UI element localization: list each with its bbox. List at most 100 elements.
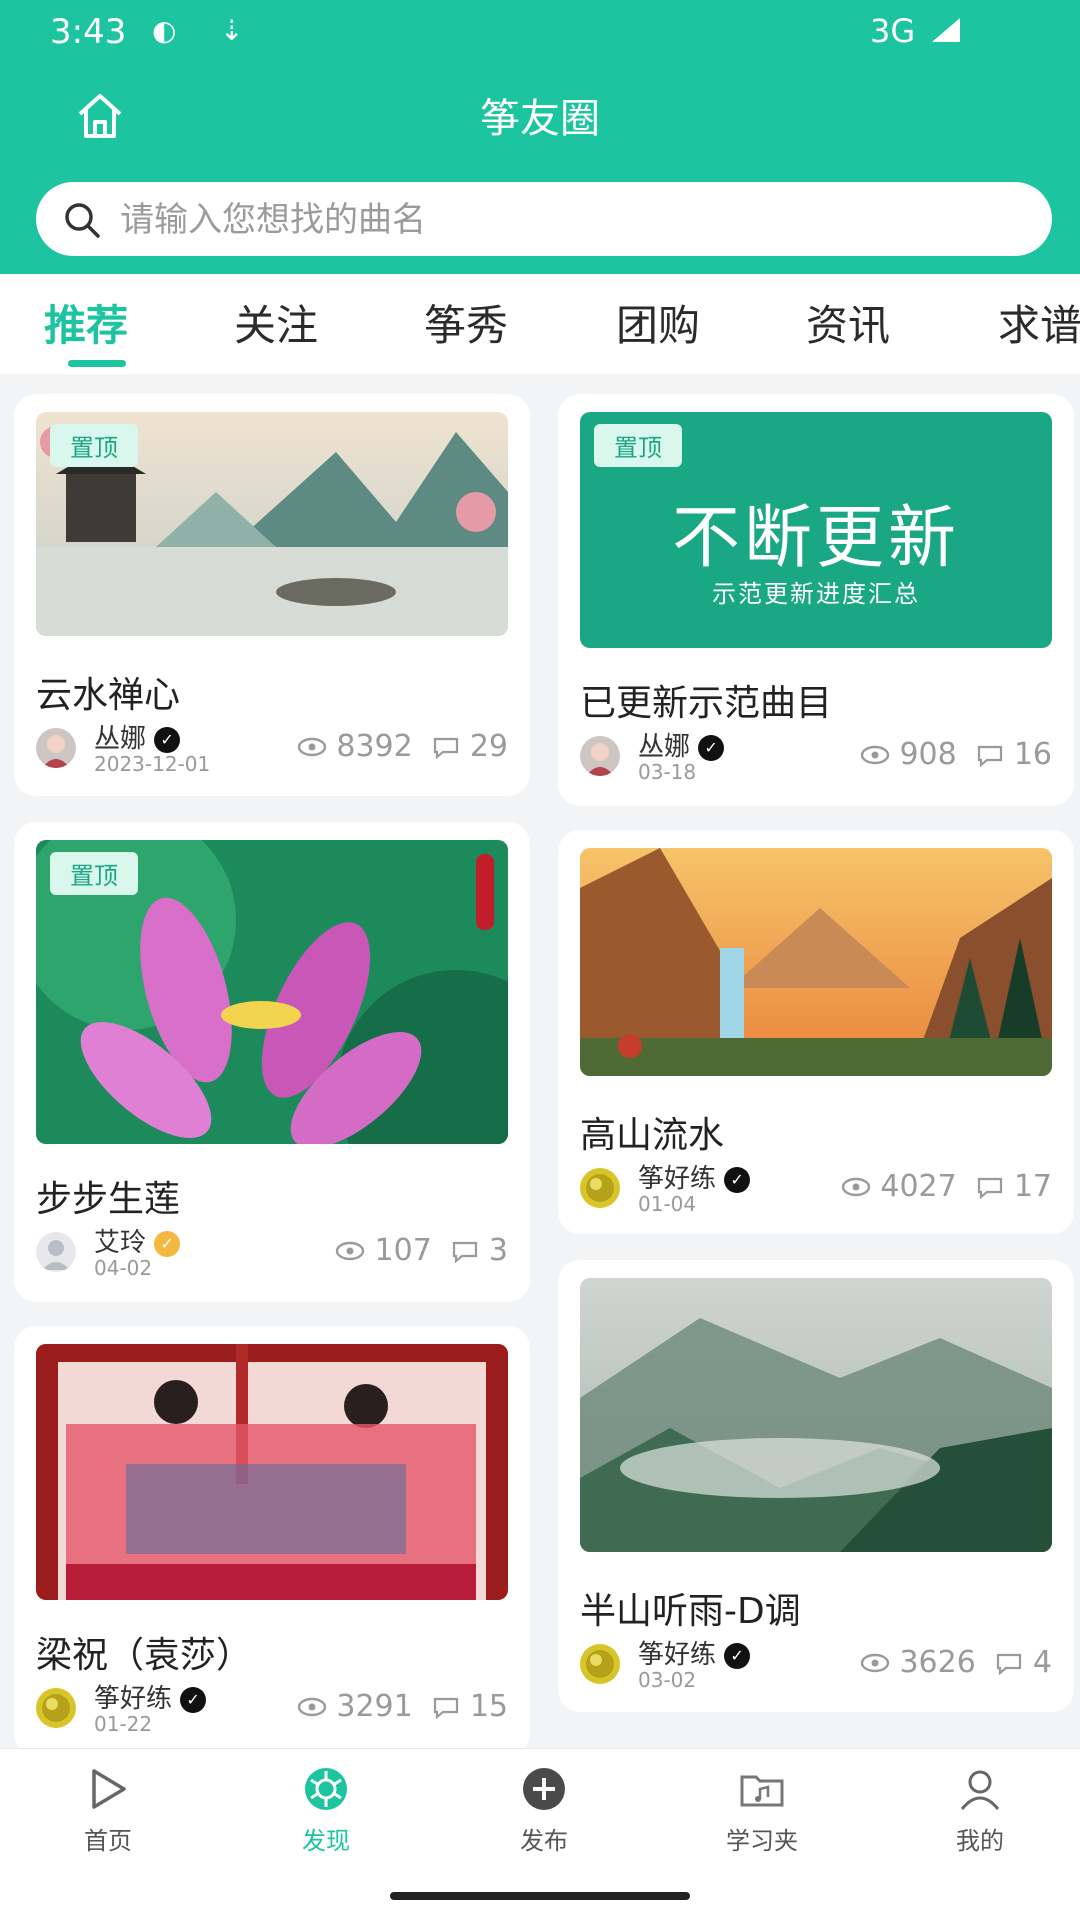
author-name: 筝好练 ✓ — [94, 1678, 207, 1715]
comment-count: 4 — [1032, 1645, 1052, 1680]
post-title: 高山流水 — [580, 1115, 725, 1156]
post-card[interactable]: 高山流水 筝好练 ✓ 01-04 4027 17 — [558, 830, 1074, 1234]
page-title: 筝友圈 — [480, 96, 600, 142]
nav-home[interactable]: 首页 — [38, 1765, 178, 1856]
play-icon — [92, 1769, 126, 1809]
post-title: 半山听雨-D调 — [580, 1591, 801, 1632]
post-title: 已更新示范曲目 — [580, 683, 833, 724]
author-name: 丛娜 ✓ — [638, 726, 725, 763]
nav-me-label: 我的 — [956, 1827, 1004, 1855]
verified-icon: ✓ — [154, 1230, 181, 1257]
verified-icon: ✓ — [180, 1686, 207, 1713]
eye-icon — [297, 1697, 327, 1716]
view-count: 908 — [899, 737, 957, 772]
post-card[interactable]: 置顶 云水禅心 丛娜 ✓ 2023-12-01 8392 29 — [14, 394, 530, 796]
avatar — [36, 1232, 76, 1272]
eye-icon — [860, 745, 890, 764]
tab-news[interactable]: 资讯 — [806, 292, 890, 353]
user-icon — [960, 1770, 1000, 1810]
category-tabs: 推荐 关注 筝秀 团购 资讯 求谱 — [0, 274, 1080, 374]
comment-icon — [997, 1653, 1022, 1675]
nav-home-label: 首页 — [84, 1827, 132, 1855]
post-stats: 908 16 — [860, 736, 1052, 772]
eye-icon — [335, 1241, 365, 1260]
comment-count: 3 — [488, 1233, 508, 1268]
search-bar[interactable] — [36, 182, 1052, 256]
comment-icon — [434, 1697, 459, 1719]
post-title: 梁祝（袁莎） — [36, 1635, 253, 1676]
verified-icon: ✓ — [724, 1166, 751, 1193]
view-count: 3626 — [899, 1645, 976, 1680]
post-card[interactable]: 梁祝（袁莎） 筝好练 ✓ 01-22 3291 15 — [14, 1326, 530, 1756]
nav-publish[interactable]: 发布 — [474, 1765, 614, 1856]
tab-recommend[interactable]: 推荐 — [44, 292, 128, 353]
post-stats: 107 3 — [335, 1232, 508, 1268]
nav-study-folder-label: 学习夹 — [726, 1827, 798, 1855]
verified-icon: ✓ — [698, 734, 725, 761]
post-card[interactable]: 置顶 不断更新 示范更新进度汇总 已更新示范曲目 丛娜 ✓ 03-18 908 1… — [558, 394, 1074, 806]
tab-zheng-show[interactable]: 筝秀 — [424, 292, 508, 353]
nav-discover-label: 发现 — [302, 1827, 350, 1855]
folder-music-icon — [740, 1775, 784, 1807]
promo-headline: 不断更新 — [671, 499, 960, 578]
search-input[interactable] — [118, 192, 1002, 248]
comment-icon — [434, 737, 459, 759]
status-bar: 3:43 ◐ ⇣ 3G — [0, 0, 1080, 62]
nav-discover[interactable]: 发现 — [256, 1765, 396, 1856]
avatar — [580, 736, 620, 776]
network-type: 3G — [870, 12, 916, 50]
tab-score-request[interactable]: 求谱 — [998, 292, 1080, 353]
view-count: 3291 — [336, 1689, 413, 1724]
post-card[interactable]: 半山听雨-D调 筝好练 ✓ 03-02 3626 4 — [558, 1260, 1074, 1712]
nav-study-folder[interactable]: 学习夹 — [692, 1765, 832, 1856]
butterfly-lovers-image — [36, 1344, 508, 1600]
signal-icon — [932, 18, 960, 42]
verified-icon: ✓ — [724, 1642, 751, 1669]
pinned-badge: 置顶 — [50, 424, 138, 467]
download-icon: ⇣ — [220, 14, 244, 47]
tab-group-buy[interactable]: 团购 — [616, 292, 700, 353]
nav-me[interactable]: 我的 — [910, 1765, 1050, 1856]
gesture-bar[interactable] — [390, 1892, 690, 1900]
avatar — [36, 728, 76, 768]
post-date: 01-04 — [638, 1192, 697, 1216]
promo-subtitle: 示范更新进度汇总 — [712, 580, 920, 608]
comment-count: 17 — [1013, 1169, 1052, 1204]
post-thumbnail — [36, 1344, 508, 1600]
tab-follow[interactable]: 关注 — [234, 292, 318, 353]
post-stats: 3291 15 — [297, 1688, 508, 1724]
misty-mountains-image — [580, 1278, 1052, 1552]
avatar — [36, 1688, 76, 1728]
comment-count: 15 — [469, 1689, 508, 1724]
avatar — [580, 1644, 620, 1684]
plus-circle-icon — [523, 1768, 565, 1810]
nav-publish-label: 发布 — [520, 1827, 568, 1855]
eye-icon — [841, 1177, 871, 1196]
header: 3:43 ◐ ⇣ 3G 筝友圈 — [0, 0, 1080, 274]
comment-count: 16 — [1013, 737, 1052, 772]
post-title: 云水禅心 — [36, 675, 181, 716]
post-date: 03-18 — [638, 760, 697, 784]
post-stats: 3626 4 — [860, 1644, 1052, 1680]
view-count: 107 — [374, 1233, 432, 1268]
view-count: 8392 — [336, 729, 413, 764]
comment-icon — [453, 1241, 478, 1263]
comment-icon — [978, 745, 1003, 767]
post-date: 03-02 — [638, 1668, 697, 1692]
eye-icon — [297, 737, 327, 756]
pinned-badge: 置顶 — [50, 852, 138, 895]
post-card[interactable]: 置顶 步步生莲 艾玲 ✓ 04-02 107 3 — [14, 822, 530, 1302]
post-thumbnail — [580, 848, 1052, 1076]
pinned-badge: 置顶 — [594, 424, 682, 467]
author-name: 艾玲 ✓ — [94, 1222, 181, 1259]
verified-icon: ✓ — [154, 726, 181, 753]
comment-icon — [978, 1177, 1003, 1199]
post-stats: 8392 29 — [297, 728, 508, 764]
avatar — [580, 1168, 620, 1208]
view-count: 4027 — [880, 1169, 957, 1204]
active-tab-indicator — [68, 360, 126, 367]
author-name: 丛娜 ✓ — [94, 718, 181, 755]
search-icon — [65, 203, 100, 238]
app-notification-icon: ◐ — [152, 14, 177, 47]
promo-banner: 置顶 不断更新 示范更新进度汇总 — [580, 412, 1052, 648]
